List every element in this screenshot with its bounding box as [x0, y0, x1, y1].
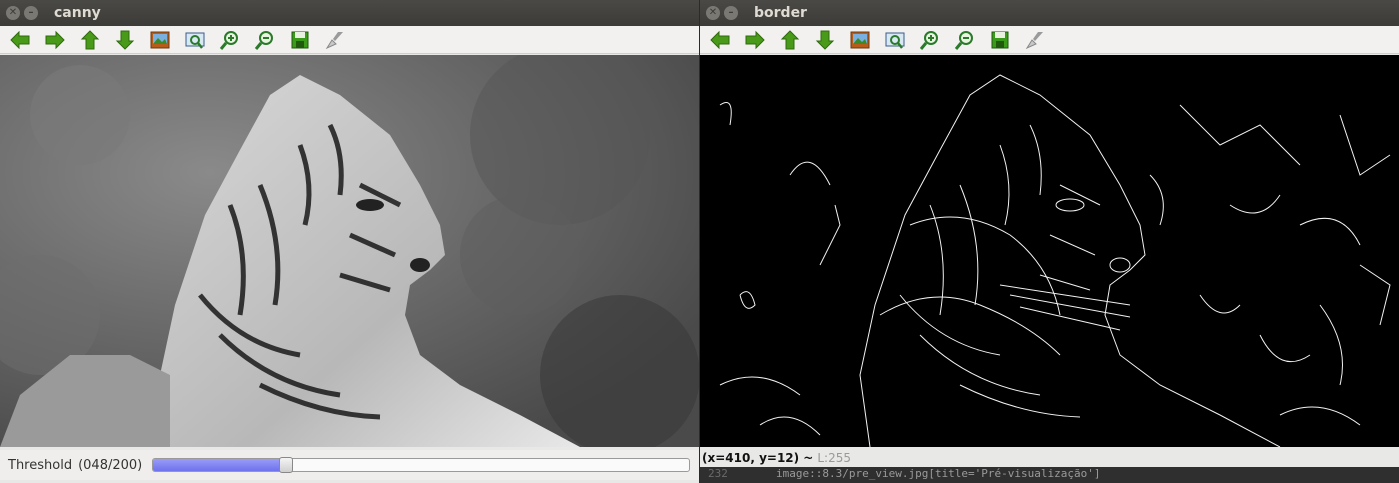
arrow-down-icon: [815, 30, 835, 50]
editor-code-line: image::8.3/pre_view.jpg[title='Pré-visua…: [776, 467, 1101, 480]
zoom-in-icon: [219, 30, 238, 50]
reset-zoom-button[interactable]: [846, 28, 874, 52]
arrow-up-icon: [780, 29, 800, 49]
image-icon: [150, 31, 170, 48]
background-editor: 232 image::8.3/pre_view.jpg[title='Pré-v…: [700, 467, 1399, 483]
window-title: border: [754, 5, 807, 21]
canny-image[interactable]: [0, 55, 699, 447]
pan-down-button[interactable]: [811, 28, 839, 52]
properties-button[interactable]: [1021, 28, 1049, 52]
edge-map-image: [700, 55, 1399, 447]
window-title: canny: [54, 5, 101, 21]
pixel-coordinates: (x=410, y=12) ~: [702, 450, 814, 465]
pixel-luminance: L:255: [817, 450, 851, 465]
reset-zoom-button[interactable]: [146, 28, 174, 52]
pan-right-button[interactable]: [741, 28, 769, 52]
titlebar: ✕ – canny: [0, 0, 699, 26]
minimize-window-button[interactable]: –: [24, 6, 38, 20]
slider-handle[interactable]: [278, 457, 293, 473]
pan-down-button[interactable]: [111, 28, 139, 52]
arrow-right-icon: [45, 30, 65, 49]
tiger-grayscale-image: [0, 55, 699, 447]
toolbar: [700, 26, 1399, 54]
arrow-left-icon: [710, 30, 730, 49]
toolbar: [0, 26, 699, 54]
zoom-out-button[interactable]: [951, 28, 979, 52]
zoom-fit-icon: [885, 32, 905, 49]
threshold-trackbar: Threshold (048/200): [0, 450, 699, 480]
arrow-left-icon: [10, 30, 30, 49]
zoom-out-icon: [954, 30, 973, 50]
zoom-in-icon: [919, 30, 938, 50]
properties-icon: [1025, 31, 1043, 49]
zoom-in-button[interactable]: [216, 28, 244, 52]
minimize-window-button[interactable]: –: [724, 6, 738, 20]
pan-up-button[interactable]: [776, 28, 804, 52]
zoom-in-button[interactable]: [916, 28, 944, 52]
zoom-out-icon: [254, 30, 273, 50]
properties-icon: [325, 31, 343, 49]
save-icon: [291, 31, 309, 48]
pan-left-button[interactable]: [6, 28, 34, 52]
save-button[interactable]: [286, 28, 314, 52]
threshold-slider[interactable]: [152, 457, 691, 473]
pan-right-button[interactable]: [41, 28, 69, 52]
zoom-fit-button[interactable]: [881, 28, 909, 52]
zoom-fit-icon: [185, 32, 205, 49]
slider-fill: [153, 459, 286, 471]
save-button[interactable]: [986, 28, 1014, 52]
zoom-out-button[interactable]: [251, 28, 279, 52]
trackbar-label: Threshold: [8, 457, 73, 473]
close-window-button[interactable]: ✕: [706, 6, 720, 20]
border-window: ✕ – border (x=410, y=12) ~ L:255 232 ima…: [700, 0, 1399, 483]
zoom-fit-button[interactable]: [181, 28, 209, 52]
save-icon: [991, 31, 1009, 48]
trackbar-value: (048/200): [78, 457, 143, 473]
pan-up-button[interactable]: [76, 28, 104, 52]
arrow-down-icon: [115, 30, 135, 50]
image-icon: [850, 31, 870, 48]
statusbar: (x=410, y=12) ~ L:255: [700, 448, 1399, 467]
editor-line-number: 232: [708, 467, 728, 480]
arrow-right-icon: [745, 30, 765, 49]
titlebar: ✕ – border: [700, 0, 1399, 26]
canny-window: ✕ – canny Threshold (048/200): [0, 0, 699, 483]
properties-button[interactable]: [321, 28, 349, 52]
border-image[interactable]: [700, 55, 1399, 447]
arrow-up-icon: [80, 29, 100, 49]
pan-left-button[interactable]: [706, 28, 734, 52]
close-window-button[interactable]: ✕: [6, 6, 20, 20]
